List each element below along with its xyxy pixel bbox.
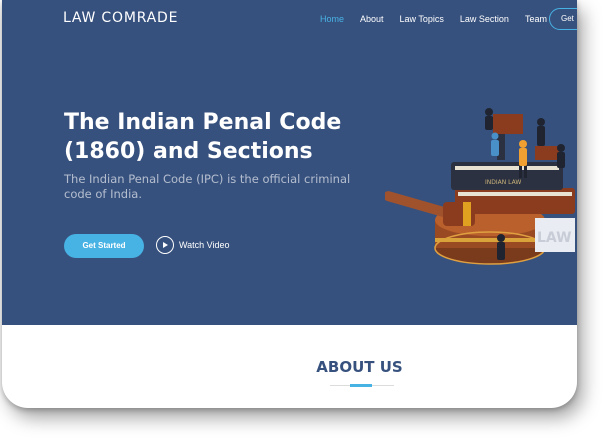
nav-home[interactable]: Home [320,14,344,24]
hero-title-line2: (1860) and Sections [64,139,313,164]
hero-title: The Indian Penal Code (1860) and Section… [64,108,384,166]
brand-logo[interactable]: LAW COMRADE [63,10,178,26]
get-started-button[interactable]: Get Started [64,234,144,258]
hero-subtitle: The Indian Penal Code (IPC) is the offic… [64,172,351,201]
court-illustration: INDIAN LAW LAW [385,108,575,265]
main-nav: Home About Law Topics Law Section Team [320,14,563,24]
hero-title-line1: The Indian Penal Code [64,110,342,135]
law-block-text: LAW [537,230,572,246]
play-icon[interactable] [156,236,174,254]
watch-video-label[interactable]: Watch Video [179,240,230,250]
hero-section: LAW COMRADE Home About Law Topics Law Se… [2,0,577,325]
about-divider-accent [350,384,372,387]
nav-law-section[interactable]: Law Section [460,14,509,24]
nav-law-topics[interactable]: Law Topics [400,14,444,24]
book-title: INDIAN LAW [485,179,521,186]
nav-about[interactable]: About [360,14,384,24]
page-card: LAW COMRADE Home About Law Topics Law Se… [2,0,577,408]
nav-team[interactable]: Team [525,14,547,24]
watch-video-link[interactable]: Watch Video [156,236,230,254]
law-block: LAW [535,218,575,252]
get-started-nav-button[interactable]: Get [549,8,577,30]
about-title: ABOUT US [316,358,403,376]
